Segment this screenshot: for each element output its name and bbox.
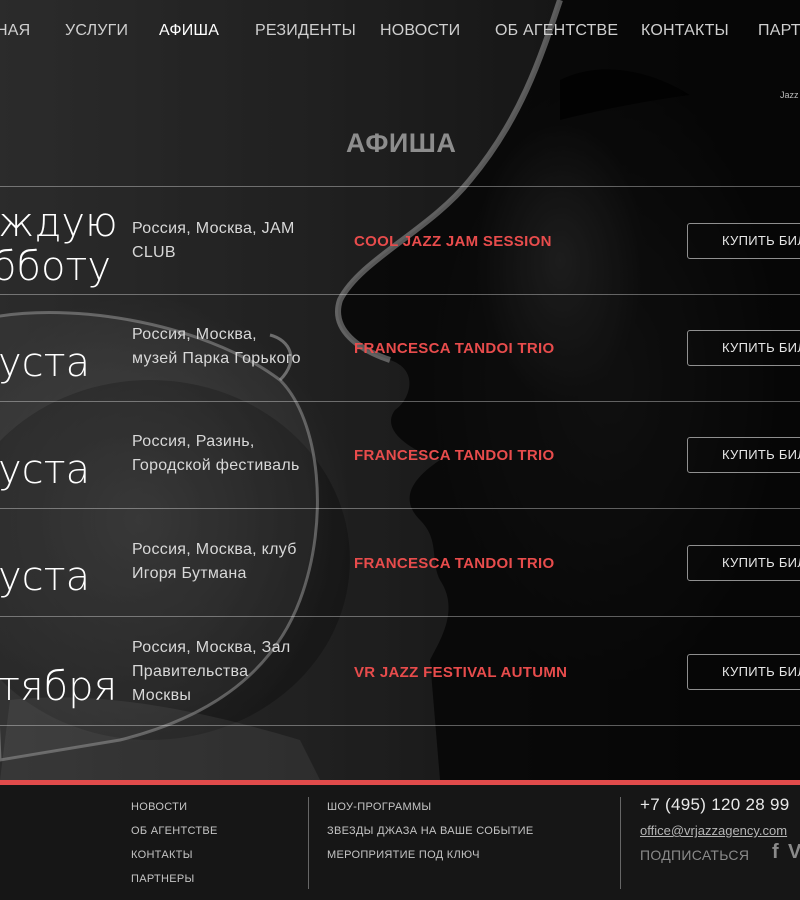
- event-title[interactable]: COOL JAZZ JAM SESSION: [354, 233, 552, 250]
- nav-item-services[interactable]: УСЛУГИ: [65, 22, 128, 40]
- event-date: ждую бботу: [0, 200, 118, 290]
- footer-services-links: ШОУ-ПРОГРАММЫ ЗВЕЗДЫ ДЖАЗА НА ВАШЕ СОБЫТ…: [327, 795, 534, 867]
- event-row: уста Россия, Разинь, Городской фестиваль…: [0, 401, 800, 508]
- event-place: Россия, Москва, JAM CLUB: [132, 220, 295, 261]
- footer-link-turnkey[interactable]: МЕРОПРИЯТИЕ ПОД КЛЮЧ: [327, 843, 534, 867]
- event-date: тября: [0, 664, 118, 710]
- event-row: тября Россия, Москва, Зал Правительства …: [0, 616, 800, 726]
- page-title: АФИША: [346, 128, 457, 158]
- event-row: уста Россия, Москва, клуб Игоря Бутмана …: [0, 508, 800, 616]
- buy-ticket-button[interactable]: КУПИТЬ БИЛ: [687, 330, 800, 366]
- facebook-icon[interactable]: f: [772, 841, 779, 864]
- nav-item-partners[interactable]: ПАРТН: [758, 22, 800, 40]
- event-title[interactable]: FRANCESCA TANDOI TRIO: [354, 555, 554, 572]
- footer-divider: [308, 797, 309, 889]
- buy-ticket-button[interactable]: КУПИТЬ БИЛ: [687, 223, 800, 259]
- footer-link-news[interactable]: НОВОСТИ: [131, 795, 218, 819]
- main-nav: НАЯ УСЛУГИ АФИША РЕЗИДЕНТЫ НОВОСТИ ОБ АГ…: [0, 22, 800, 44]
- nav-item-residents[interactable]: РЕЗИДЕНТЫ: [255, 22, 356, 40]
- footer-link-contacts[interactable]: КОНТАКТЫ: [131, 843, 218, 867]
- event-row: уста Россия, Москва, музей Парка Горьког…: [0, 294, 800, 401]
- event-title[interactable]: FRANCESCA TANDOI TRIO: [354, 340, 554, 357]
- footer-link-about[interactable]: ОБ АГЕНТСТВЕ: [131, 819, 218, 843]
- event-date: уста: [0, 447, 91, 493]
- event-title[interactable]: VR JAZZ FESTIVAL AUTUMN: [354, 664, 567, 681]
- event-row: ждую бботу Россия, Москва, JAM CLUB COOL…: [0, 186, 800, 294]
- event-place: Россия, Москва, клуб Игоря Бутмана: [132, 541, 297, 582]
- footer: НОВОСТИ ОБ АГЕНТСТВЕ КОНТАКТЫ ПАРТНЕРЫ Ш…: [0, 785, 800, 900]
- event-date: уста: [0, 554, 91, 600]
- event-place: Россия, Москва, музей Парка Горького: [132, 326, 301, 367]
- event-date: уста: [0, 340, 91, 386]
- footer-email[interactable]: office@vrjazzagency.com: [640, 823, 787, 838]
- footer-link-stars[interactable]: ЗВЕЗДЫ ДЖАЗА НА ВАШЕ СОБЫТИЕ: [327, 819, 534, 843]
- footer-phone[interactable]: +7 (495) 120 28 99: [640, 795, 790, 815]
- footer-divider: [620, 797, 621, 889]
- footer-nav-links: НОВОСТИ ОБ АГЕНТСТВЕ КОНТАКТЫ ПАРТНЕРЫ: [131, 795, 218, 891]
- event-place: Россия, Разинь, Городской фестиваль: [132, 433, 300, 474]
- nav-item-news[interactable]: НОВОСТИ: [380, 22, 460, 40]
- nav-item-home[interactable]: НАЯ: [0, 22, 30, 40]
- buy-ticket-button[interactable]: КУПИТЬ БИЛ: [687, 545, 800, 581]
- nav-item-contacts[interactable]: КОНТАКТЫ: [641, 22, 729, 40]
- buy-ticket-button[interactable]: КУПИТЬ БИЛ: [687, 654, 800, 690]
- header-tagline: Jazz: [780, 90, 799, 100]
- nav-item-afisha[interactable]: АФИША: [159, 22, 219, 40]
- footer-link-partners[interactable]: ПАРТНЕРЫ: [131, 867, 218, 891]
- nav-item-about[interactable]: ОБ АГЕНТСТВЕ: [495, 22, 618, 40]
- vk-icon[interactable]: V: [788, 841, 800, 864]
- footer-link-shows[interactable]: ШОУ-ПРОГРАММЫ: [327, 795, 534, 819]
- event-place: Россия, Москва, Зал Правительства Москвы: [132, 639, 291, 704]
- event-title[interactable]: FRANCESCA TANDOI TRIO: [354, 447, 554, 464]
- subscribe-link[interactable]: ПОДПИСАТЬСЯ: [640, 847, 749, 863]
- buy-ticket-button[interactable]: КУПИТЬ БИЛ: [687, 437, 800, 473]
